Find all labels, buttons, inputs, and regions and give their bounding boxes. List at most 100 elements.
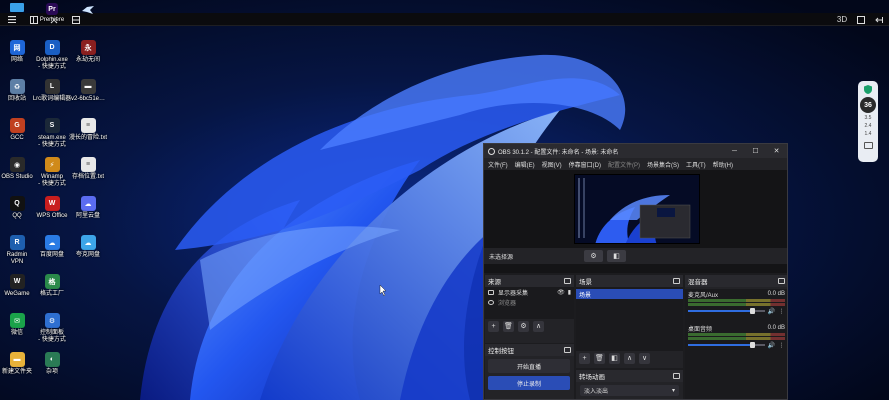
maximize-button[interactable]: ☐	[745, 144, 766, 158]
monitor-icon	[488, 289, 494, 295]
desktop-icon-yongjie[interactable]: 永永劫无间	[68, 40, 108, 64]
stop-record-button[interactable]: 停止录制	[488, 376, 570, 390]
menu-item[interactable]: 工具(T)	[686, 160, 706, 169]
remove-source-button[interactable]: 🗑	[503, 320, 514, 332]
desktop-icon-wps[interactable]: W WPS Office	[32, 196, 72, 220]
dock-float-icon[interactable]	[778, 278, 785, 284]
desktop-icon-label: WeGame	[4, 291, 30, 297]
add-scene-button[interactable]: +	[579, 352, 590, 364]
desktop-icon-winamp[interactable]: ⚡ Winamp - 快捷方式	[32, 157, 72, 188]
add-source-button[interactable]: +	[488, 320, 499, 332]
transition-select[interactable]: 淡入淡出 ▾	[580, 385, 679, 396]
desktop-icon-memo[interactable]: ≡ 存档位置.txt	[68, 157, 108, 181]
source-up-button[interactable]: ∧	[533, 320, 544, 332]
top-app-icon[interactable]	[10, 3, 24, 12]
desktop-icon-label: 杂项	[45, 369, 58, 375]
system-monitor-widget[interactable]: 36 3.5 2.4 1.4	[858, 81, 878, 162]
menu-item[interactable]: 停靠窗口(D)	[569, 160, 601, 169]
dolphin-icon: D	[44, 40, 60, 55]
desktop-icon-premiere[interactable]: Pr Premiere	[32, 3, 72, 24]
menu-item[interactable]: 场景集合(S)	[647, 160, 679, 169]
3d-toggle[interactable]: 3D	[836, 15, 848, 24]
volume-knob[interactable]	[750, 342, 756, 348]
dock-float-icon[interactable]	[673, 373, 680, 379]
desktop-icon-label: 永劫无间	[75, 57, 100, 63]
desktop-icon-v2[interactable]: ▬ v2-6bc51e…	[68, 79, 108, 103]
desktop-icon-ctrlpanel[interactable]: ⚙ 控制面板 - 快捷方式	[32, 313, 72, 344]
more-options-icon[interactable]: ⋮	[778, 308, 785, 315]
menu-icon[interactable]	[7, 15, 16, 24]
scene-down-button[interactable]: ∨	[639, 352, 650, 364]
manual-icon: ≡	[80, 118, 96, 133]
download-speed: 2.4	[864, 123, 872, 129]
close-button[interactable]: ✕	[766, 144, 787, 158]
channel-db: 0.0 dB	[767, 325, 785, 331]
camera-icon[interactable]	[863, 142, 873, 149]
scene-item[interactable]: 场景	[576, 289, 683, 299]
wegame-icon: W	[9, 274, 25, 289]
menu-item[interactable]: 帮助(H)	[713, 160, 733, 169]
desktop-icon-gszc[interactable]: 格格式工厂	[32, 274, 72, 298]
baidu-icon: ☁	[44, 235, 60, 250]
dock-float-icon[interactable]	[673, 278, 680, 284]
eye-icon[interactable]: 👁	[557, 289, 565, 296]
usage-gauge: 36	[860, 97, 876, 113]
scene-up-button[interactable]: ∧	[624, 352, 635, 364]
desktop-icon-lrc[interactable]: L Lrc歌词编辑器	[32, 79, 72, 103]
desktop-icon-label: 回收站	[7, 96, 26, 102]
scene-filter-button[interactable]: ◧	[609, 352, 620, 364]
desktop-icon-steam[interactable]: Ssteam.exe - 快捷方式	[32, 118, 72, 149]
scene-item-label: 场景	[579, 292, 592, 299]
wps-icon: W	[44, 196, 60, 211]
desktop-icon-label: v2-6bc51e…	[70, 96, 106, 102]
desktop-icon-baidu[interactable]: ☁ 百度网盘	[32, 235, 72, 259]
volume-fill	[688, 310, 754, 312]
shield-icon	[864, 85, 872, 94]
start-stream-button[interactable]: 开始直播	[488, 359, 570, 373]
dock-float-icon[interactable]	[564, 347, 571, 353]
mixer-channel: 桌面音频 0.0 dB 🔊 ⋮	[685, 323, 787, 351]
gszc-icon: 格	[44, 274, 60, 289]
minimize-button[interactable]: ─	[724, 144, 745, 158]
desktop-icon-aliyun[interactable]: ☁ 阿里云盘	[68, 196, 108, 220]
menu-item[interactable]: 文件(F)	[488, 160, 508, 169]
more-options-icon[interactable]: ⋮	[778, 342, 785, 349]
no-source-label: 未选择源	[489, 254, 514, 261]
menu-item[interactable]: 编辑(E)	[515, 160, 535, 169]
collapse-icon[interactable]	[874, 15, 883, 24]
desktop-icon-misc[interactable]: ◐ 杂项	[32, 352, 72, 376]
bird-icon[interactable]	[81, 2, 95, 14]
layout-icon[interactable]	[71, 15, 80, 24]
gear-icon[interactable]: ⚙	[584, 250, 603, 262]
desktop-icon-manual[interactable]: ≡ 漫长的冒险.txt	[68, 118, 108, 142]
lrc-icon: L	[44, 79, 60, 94]
channel-name: 桌面音频	[688, 326, 713, 333]
window-icon[interactable]	[856, 15, 865, 24]
source-item[interactable]: 浏览器	[485, 297, 574, 307]
menu-item[interactable]: 视图(V)	[542, 160, 562, 169]
dock-float-icon[interactable]	[564, 278, 571, 284]
v2-icon: ▬	[80, 79, 96, 94]
desktop-icon-label: Radmin VPN	[6, 252, 28, 265]
source-item[interactable]: 显示器采集 👁 ▮	[485, 287, 574, 297]
menu-item[interactable]: 配置文件(P)	[608, 160, 640, 169]
filter-icon[interactable]: ◧	[607, 250, 626, 262]
lock-icon[interactable]: ▮	[568, 289, 571, 296]
volume-knob[interactable]	[750, 308, 756, 314]
desktop-icon-dolphin[interactable]: D Dolphin.exe - 快捷方式	[32, 40, 72, 71]
volume-slider[interactable]	[688, 308, 765, 314]
source-properties-button[interactable]: ⚙	[518, 320, 529, 332]
obs-menubar: 文件(F) 编辑(E) 视图(V) 停靠窗口(D) 配置文件(P) 场景集合(S) 工具(T…	[484, 158, 787, 170]
desktop-icon-kuake[interactable]: ☁ 夸克网盘	[68, 235, 108, 259]
gcc-icon: G	[9, 118, 25, 133]
yongjie-icon: 永	[80, 40, 96, 55]
transition-value: 淡入淡出	[584, 389, 609, 395]
top-toolbar: 3D	[0, 13, 889, 26]
desktop-icon-label: Dolphin.exe - 快捷方式	[36, 57, 68, 70]
speaker-icon[interactable]: 🔊	[768, 308, 775, 315]
remove-scene-button[interactable]: 🗑	[594, 352, 605, 364]
desktop-icon-label: Lrc歌词编辑器	[32, 96, 72, 102]
speaker-icon[interactable]: 🔊	[768, 342, 775, 349]
network-icon: 网	[9, 40, 25, 55]
volume-slider[interactable]	[688, 342, 765, 348]
